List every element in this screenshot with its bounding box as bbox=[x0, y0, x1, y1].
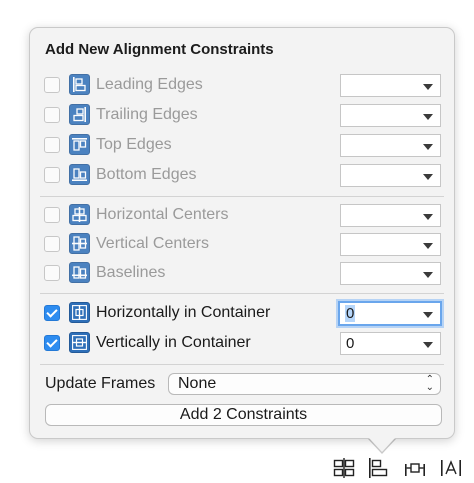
baselines-checkbox[interactable] bbox=[44, 265, 60, 281]
top-edges-label: Top Edges bbox=[96, 136, 172, 153]
chevron-down-icon bbox=[423, 144, 433, 150]
vertically-in-container-dropdown[interactable]: 0 bbox=[340, 332, 441, 355]
chevron-down-icon bbox=[423, 342, 433, 348]
update-frames-label: Update Frames bbox=[45, 375, 156, 392]
row-baselines: Baselines bbox=[44, 262, 444, 286]
leading-edges-checkbox[interactable] bbox=[44, 77, 60, 93]
top-edges-checkbox[interactable] bbox=[44, 137, 60, 153]
horizontally-in-container-icon bbox=[69, 302, 90, 323]
chevron-down-icon bbox=[423, 272, 433, 278]
horizontal-centers-icon bbox=[69, 204, 90, 225]
trailing-edges-label: Trailing Edges bbox=[96, 106, 198, 123]
leading-edges-icon bbox=[69, 74, 90, 95]
update-frames-value: None bbox=[178, 375, 217, 392]
row-top-edges: Top Edges bbox=[44, 134, 444, 158]
chevron-down-icon bbox=[423, 312, 433, 318]
bottom-edges-label: Bottom Edges bbox=[96, 166, 197, 183]
vertically-in-container-label: Vertically in Container bbox=[96, 334, 251, 351]
horizontal-centers-label: Horizontal Centers bbox=[96, 206, 229, 223]
horizontally-in-container-dropdown[interactable]: 0 bbox=[338, 301, 442, 326]
row-vertically-in-container: Vertically in Container 0 bbox=[44, 332, 444, 356]
chevron-down-icon bbox=[423, 174, 433, 180]
alignment-constraints-popover: Add New Alignment Constraints Leading Ed… bbox=[29, 27, 455, 439]
vertically-in-container-checkbox[interactable] bbox=[44, 335, 60, 351]
row-horizontally-in-container: Horizontally in Container 0 bbox=[44, 301, 444, 326]
vertical-centers-checkbox[interactable] bbox=[44, 236, 60, 252]
trailing-edges-checkbox[interactable] bbox=[44, 107, 60, 123]
top-edges-icon bbox=[69, 134, 90, 155]
popover-title: Add New Alignment Constraints bbox=[45, 41, 274, 58]
row-trailing-edges: Trailing Edges bbox=[44, 104, 444, 128]
baselines-dropdown[interactable] bbox=[340, 262, 441, 285]
resizing-behavior-icon[interactable] bbox=[440, 458, 462, 478]
baselines-icon bbox=[69, 262, 90, 283]
leading-edges-label: Leading Edges bbox=[96, 76, 203, 93]
chevron-down-icon bbox=[423, 214, 433, 220]
divider bbox=[40, 293, 444, 294]
vertical-centers-icon bbox=[69, 233, 90, 254]
leading-edges-dropdown[interactable] bbox=[340, 74, 441, 97]
row-vertical-centers: Vertical Centers bbox=[44, 233, 444, 257]
horizontally-in-container-value[interactable]: 0 bbox=[345, 305, 356, 322]
baselines-label: Baselines bbox=[96, 264, 166, 281]
divider bbox=[40, 364, 444, 365]
resolve-issues-icon[interactable] bbox=[404, 458, 426, 478]
bottom-edges-checkbox[interactable] bbox=[44, 167, 60, 183]
add-constraints-button[interactable]: Add 2 Constraints bbox=[45, 404, 442, 426]
top-edges-dropdown[interactable] bbox=[340, 134, 441, 157]
align-icon[interactable] bbox=[333, 458, 355, 478]
bottom-edges-dropdown[interactable] bbox=[340, 164, 441, 187]
row-bottom-edges: Bottom Edges bbox=[44, 164, 444, 188]
horizontal-centers-checkbox[interactable] bbox=[44, 207, 60, 223]
vertically-in-container-value: 0 bbox=[346, 335, 355, 352]
bottom-edges-icon bbox=[69, 164, 90, 185]
vertical-centers-label: Vertical Centers bbox=[96, 235, 209, 252]
popover-arrow bbox=[369, 438, 395, 452]
up-down-chevron-icon: ⌃ ⌄ bbox=[425, 374, 434, 393]
divider bbox=[40, 196, 444, 197]
trailing-edges-icon bbox=[69, 104, 90, 125]
row-leading-edges: Leading Edges bbox=[44, 74, 444, 98]
horizontal-centers-dropdown[interactable] bbox=[340, 204, 441, 227]
chevron-down-icon bbox=[423, 84, 433, 90]
horizontally-in-container-label: Horizontally in Container bbox=[96, 304, 271, 321]
row-horizontal-centers: Horizontal Centers bbox=[44, 204, 444, 228]
canvas-toolbar bbox=[330, 458, 470, 480]
trailing-edges-dropdown[interactable] bbox=[340, 104, 441, 127]
update-frames-popup[interactable]: None ⌃ ⌄ bbox=[168, 373, 441, 395]
vertical-centers-dropdown[interactable] bbox=[340, 233, 441, 256]
vertically-in-container-icon bbox=[69, 332, 90, 353]
horizontally-in-container-checkbox[interactable] bbox=[44, 305, 60, 321]
chevron-down-icon bbox=[423, 243, 433, 249]
chevron-down-icon bbox=[423, 114, 433, 120]
pin-icon[interactable] bbox=[368, 458, 390, 478]
